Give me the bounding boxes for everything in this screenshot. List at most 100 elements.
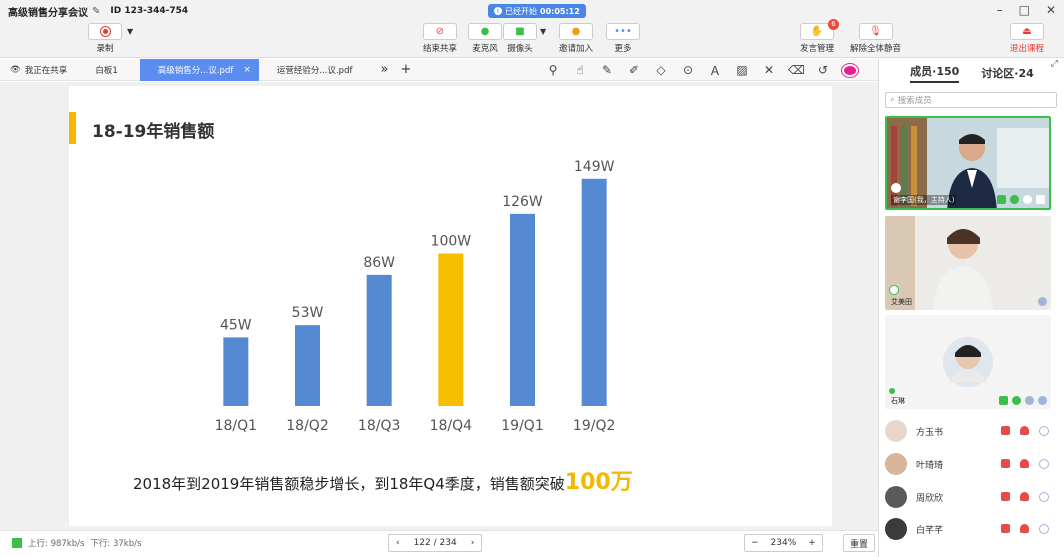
camera-icon[interactable]: [999, 396, 1008, 405]
sharing-indicator: 👁 我正在共享: [0, 59, 77, 81]
text-icon[interactable]: Ａ: [707, 62, 723, 79]
more-button[interactable]: ••• 更多: [606, 23, 640, 54]
member-row[interactable]: 叶琦琦: [885, 449, 1057, 479]
eraser-x-icon[interactable]: ✕: [761, 63, 777, 77]
add-tab-button[interactable]: +: [398, 59, 413, 81]
mic-off-icon[interactable]: [1020, 492, 1029, 501]
member-row[interactable]: 方玉书: [885, 416, 1057, 446]
pen-color-icon[interactable]: [842, 63, 858, 77]
panel-tabs: 成员·150 讨论区·24: [879, 59, 1064, 87]
close-tab-icon[interactable]: ×: [243, 65, 251, 75]
zoom-out-button[interactable]: −: [745, 538, 765, 548]
highlighter-icon[interactable]: ✐: [626, 63, 642, 77]
user-pointer-icon[interactable]: ⚲: [545, 63, 561, 77]
zoom-level[interactable]: 234%: [765, 538, 803, 548]
exit-icon-box: ⏏: [1010, 23, 1044, 40]
member-row[interactable]: 白芊芊: [885, 514, 1057, 544]
camera-dropdown-icon[interactable]: ▼: [540, 27, 546, 36]
next-page-button[interactable]: ›: [464, 538, 482, 548]
video-tile-host[interactable]: 谢李国(我，主持人): [885, 116, 1051, 210]
edit-title-icon[interactable]: ✎: [92, 6, 100, 17]
tab-whiteboard[interactable]: 白板1: [85, 59, 127, 81]
camera-off-icon[interactable]: [1001, 426, 1010, 435]
tabs-overflow-button[interactable]: »: [370, 59, 398, 81]
add-user-icon: ●: [571, 26, 581, 37]
speak-manage-button[interactable]: ✋ 6 发言管理: [800, 19, 839, 54]
chart-category-label: 18/Q2: [286, 418, 328, 434]
end-share-icon-box: ⊘: [423, 23, 457, 40]
window-controls: – □ ✕: [997, 3, 1056, 17]
chart-category-label: 19/Q2: [573, 418, 615, 434]
video-tile-audio[interactable]: 石琳: [885, 315, 1051, 409]
mic-off-icon[interactable]: [1020, 459, 1029, 468]
hand-icon: ✋: [810, 26, 824, 37]
video-name: 石琳: [891, 397, 905, 405]
camera-label: 摄像头: [507, 44, 533, 54]
main-toolbar: 录制 ▼ ⊘ 结束共享 ● 麦克风 ■ 摄像头 ▼ ● 邀请加入 ••• 更多 …: [0, 19, 1064, 58]
speak-request-badge: 6: [828, 19, 839, 30]
camera-icon[interactable]: [997, 195, 1006, 204]
record-icon-box: [88, 23, 122, 40]
avatar: [885, 453, 907, 475]
mic-button[interactable]: ● 麦克风: [468, 23, 502, 54]
mic-icon[interactable]: [1012, 396, 1021, 405]
summary-highlight: 100万: [564, 470, 633, 495]
camera-off-icon[interactable]: [1001, 459, 1010, 468]
more-icon[interactable]: [1039, 492, 1049, 502]
unmute-all-button[interactable]: 🎙 解除全体静音: [850, 23, 901, 54]
member-name: 叶琦琦: [916, 460, 944, 471]
slide-summary: 2018年到2019年销售额稳步增长，到18年Q4季度，销售额突破100万: [133, 464, 633, 496]
avatar: [885, 420, 907, 442]
member-search-input[interactable]: ⌕ 搜索成员: [885, 92, 1057, 108]
minimize-button[interactable]: –: [997, 3, 1003, 17]
record-button[interactable]: 录制: [88, 23, 122, 54]
more-icon[interactable]: [1039, 524, 1049, 534]
member-row[interactable]: 周欣欣: [885, 482, 1057, 512]
undo-icon[interactable]: ↺: [815, 63, 831, 77]
prev-page-button[interactable]: ‹: [389, 538, 407, 548]
laser-icon[interactable]: ⊙: [680, 63, 696, 77]
end-share-button[interactable]: ⊘ 结束共享: [423, 23, 457, 54]
chart-category-label: 18/Q1: [215, 418, 257, 434]
camera-off-icon[interactable]: [1001, 492, 1010, 501]
more-icon[interactable]: [1038, 297, 1047, 306]
hand-tool-icon[interactable]: ☝: [572, 63, 588, 77]
chart-category-label: 18/Q4: [430, 418, 473, 434]
camera-button[interactable]: ■ 摄像头: [503, 23, 537, 54]
unmute-all-icon-box: 🎙: [858, 23, 893, 40]
more-icon[interactable]: [1023, 195, 1032, 204]
video-tile-participant[interactable]: 艾美田: [885, 216, 1051, 310]
tab-discussion[interactable]: 讨论区·24: [981, 65, 1034, 81]
clear-icon[interactable]: ⌫: [788, 63, 805, 77]
chart-value-label: 126W: [502, 194, 543, 210]
more-icon[interactable]: [1039, 426, 1049, 436]
tab-sales-pdf[interactable]: 高级销售分...议.pdf ×: [139, 58, 259, 81]
pen-icon[interactable]: ✎: [599, 63, 615, 77]
mic-off-icon[interactable]: [1020, 426, 1029, 435]
more-icon[interactable]: [1038, 396, 1047, 405]
close-button[interactable]: ✕: [1046, 3, 1056, 17]
fullscreen-icon[interactable]: [1036, 195, 1045, 204]
video-feed-participant: [885, 216, 1051, 310]
info-icon: i: [494, 7, 502, 15]
exit-course-button[interactable]: ⏏ 退出课程: [1010, 23, 1044, 54]
more-icon[interactable]: [1025, 396, 1034, 405]
mic-off-icon[interactable]: [1020, 524, 1029, 533]
more-icon[interactable]: [1039, 459, 1049, 469]
record-dropdown-icon[interactable]: ▼: [127, 27, 133, 36]
video-name: 艾美田: [891, 298, 912, 306]
image-icon[interactable]: ▨: [734, 63, 750, 77]
speaker-icon: [889, 388, 895, 394]
tab-ops-pdf[interactable]: 运营经验分...议.pdf: [267, 59, 363, 81]
maximize-button[interactable]: □: [1019, 3, 1030, 17]
popout-icon[interactable]: ⤢: [1051, 59, 1058, 69]
shape-icon[interactable]: ◇: [653, 63, 669, 77]
invite-button[interactable]: ● 邀请加入: [559, 23, 593, 54]
mic-icon[interactable]: [1010, 195, 1019, 204]
zoom-in-button[interactable]: +: [802, 538, 822, 548]
chart-bar: [223, 337, 249, 406]
reset-zoom-button[interactable]: 重置: [843, 534, 876, 552]
tab-members[interactable]: 成员·150: [910, 63, 960, 83]
camera-off-icon[interactable]: [1001, 524, 1010, 533]
slide-title: 18-19年销售额: [92, 122, 215, 142]
